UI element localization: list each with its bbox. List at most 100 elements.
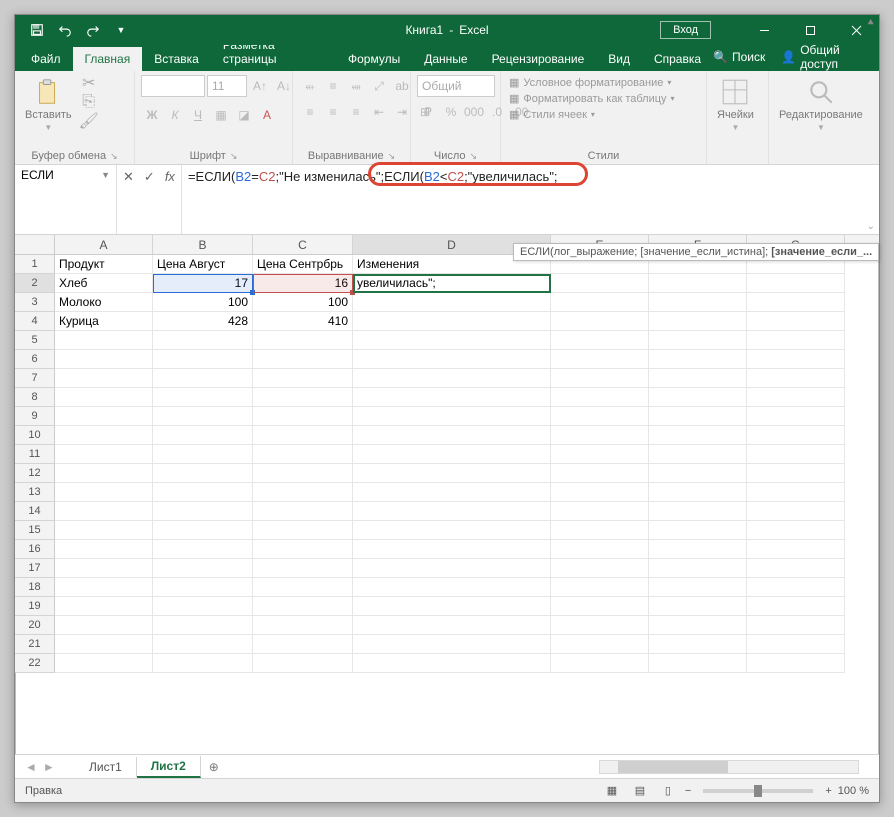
- cell[interactable]: [153, 369, 253, 388]
- cell[interactable]: [747, 559, 845, 578]
- cell[interactable]: [353, 426, 551, 445]
- row-header[interactable]: 1: [15, 255, 55, 274]
- zoom-out-button[interactable]: −: [685, 785, 691, 797]
- cell[interactable]: [747, 350, 845, 369]
- cell[interactable]: [649, 635, 747, 654]
- cell[interactable]: [153, 578, 253, 597]
- cell[interactable]: 16: [253, 274, 353, 293]
- paste-button[interactable]: Вставить ▼: [21, 75, 76, 134]
- row-header[interactable]: 10: [15, 426, 55, 445]
- cell[interactable]: увеличилась";: [353, 274, 551, 293]
- launcher-icon[interactable]: ↘: [230, 151, 238, 162]
- cell[interactable]: [649, 521, 747, 540]
- tab-formulas[interactable]: Формулы: [336, 47, 412, 71]
- cell[interactable]: [747, 502, 845, 521]
- underline-button[interactable]: Ч: [187, 104, 209, 126]
- cell[interactable]: [253, 521, 353, 540]
- cell[interactable]: [353, 464, 551, 483]
- cell[interactable]: Курица: [55, 312, 153, 331]
- tab-data[interactable]: Данные: [412, 47, 479, 71]
- cell[interactable]: [55, 578, 153, 597]
- cell[interactable]: [353, 521, 551, 540]
- cell[interactable]: [153, 331, 253, 350]
- row-header[interactable]: 14: [15, 502, 55, 521]
- cell[interactable]: [353, 293, 551, 312]
- cell[interactable]: [649, 407, 747, 426]
- cell[interactable]: [747, 483, 845, 502]
- cell[interactable]: [551, 350, 649, 369]
- cell[interactable]: [353, 312, 551, 331]
- cell[interactable]: [551, 274, 649, 293]
- cells-button[interactable]: Ячейки ▼: [713, 75, 758, 134]
- row-header[interactable]: 6: [15, 350, 55, 369]
- cell[interactable]: [253, 559, 353, 578]
- sheet-nav-next[interactable]: ►: [43, 760, 55, 774]
- cell[interactable]: [551, 616, 649, 635]
- bold-button[interactable]: Ж: [141, 104, 163, 126]
- format-as-table-button[interactable]: ▦Форматировать как таблицу▾: [507, 91, 677, 106]
- launcher-icon[interactable]: ↘: [110, 151, 118, 162]
- cell-styles-button[interactable]: ▦Стили ячеек▾: [507, 107, 677, 122]
- cell[interactable]: [649, 293, 747, 312]
- fill-color-button[interactable]: ◪: [233, 104, 255, 126]
- cell[interactable]: [649, 559, 747, 578]
- enter-formula-button[interactable]: ✓: [144, 167, 155, 185]
- cell[interactable]: [551, 654, 649, 673]
- cell[interactable]: [55, 426, 153, 445]
- comma-button[interactable]: 000: [463, 101, 485, 123]
- login-button[interactable]: Вход: [660, 21, 711, 39]
- cell[interactable]: [253, 483, 353, 502]
- cell[interactable]: [55, 464, 153, 483]
- cell[interactable]: [353, 369, 551, 388]
- cell[interactable]: [747, 369, 845, 388]
- cell[interactable]: [153, 350, 253, 369]
- cell[interactable]: [747, 597, 845, 616]
- cell[interactable]: [55, 445, 153, 464]
- sheet-nav-prev[interactable]: ◄: [25, 760, 37, 774]
- cell[interactable]: [649, 274, 747, 293]
- tab-file[interactable]: Файл: [19, 47, 73, 71]
- cell[interactable]: [551, 464, 649, 483]
- align-right-button[interactable]: ≡: [345, 101, 367, 123]
- cell[interactable]: [55, 331, 153, 350]
- cell[interactable]: [253, 502, 353, 521]
- cell[interactable]: [153, 502, 253, 521]
- cell[interactable]: [551, 521, 649, 540]
- cell[interactable]: [551, 483, 649, 502]
- cell[interactable]: [747, 388, 845, 407]
- shrink-font-button[interactable]: A↓: [273, 75, 295, 97]
- col-header[interactable]: A: [55, 235, 153, 254]
- worksheet[interactable]: A B C D E F G 1 Продукт Цена Август Цена…: [15, 235, 879, 754]
- cell[interactable]: [747, 578, 845, 597]
- cell[interactable]: [253, 445, 353, 464]
- cell[interactable]: [153, 464, 253, 483]
- select-all-corner[interactable]: [15, 235, 55, 254]
- cell[interactable]: [551, 426, 649, 445]
- cell[interactable]: [353, 559, 551, 578]
- cell[interactable]: [153, 597, 253, 616]
- cell[interactable]: [353, 350, 551, 369]
- row-header[interactable]: 5: [15, 331, 55, 350]
- align-center-button[interactable]: ≡: [322, 101, 344, 123]
- wrap-text-button[interactable]: ab: [391, 75, 413, 97]
- cell[interactable]: [55, 635, 153, 654]
- cell[interactable]: [153, 388, 253, 407]
- cell[interactable]: [747, 293, 845, 312]
- fx-button[interactable]: fx: [165, 167, 175, 184]
- cell[interactable]: [353, 483, 551, 502]
- number-format-combo[interactable]: Общий: [417, 75, 495, 97]
- cell[interactable]: [353, 407, 551, 426]
- col-header[interactable]: B: [153, 235, 253, 254]
- cell[interactable]: [153, 483, 253, 502]
- maximize-button[interactable]: [787, 15, 833, 45]
- cell[interactable]: [55, 654, 153, 673]
- format-painter-button[interactable]: 🖌: [80, 113, 98, 129]
- expand-formula-bar[interactable]: ⌄: [867, 221, 875, 232]
- cell[interactable]: [153, 445, 253, 464]
- cell[interactable]: 410: [253, 312, 353, 331]
- cell[interactable]: [353, 502, 551, 521]
- cell[interactable]: [649, 502, 747, 521]
- cell[interactable]: [551, 445, 649, 464]
- row-header[interactable]: 11: [15, 445, 55, 464]
- row-header[interactable]: 19: [15, 597, 55, 616]
